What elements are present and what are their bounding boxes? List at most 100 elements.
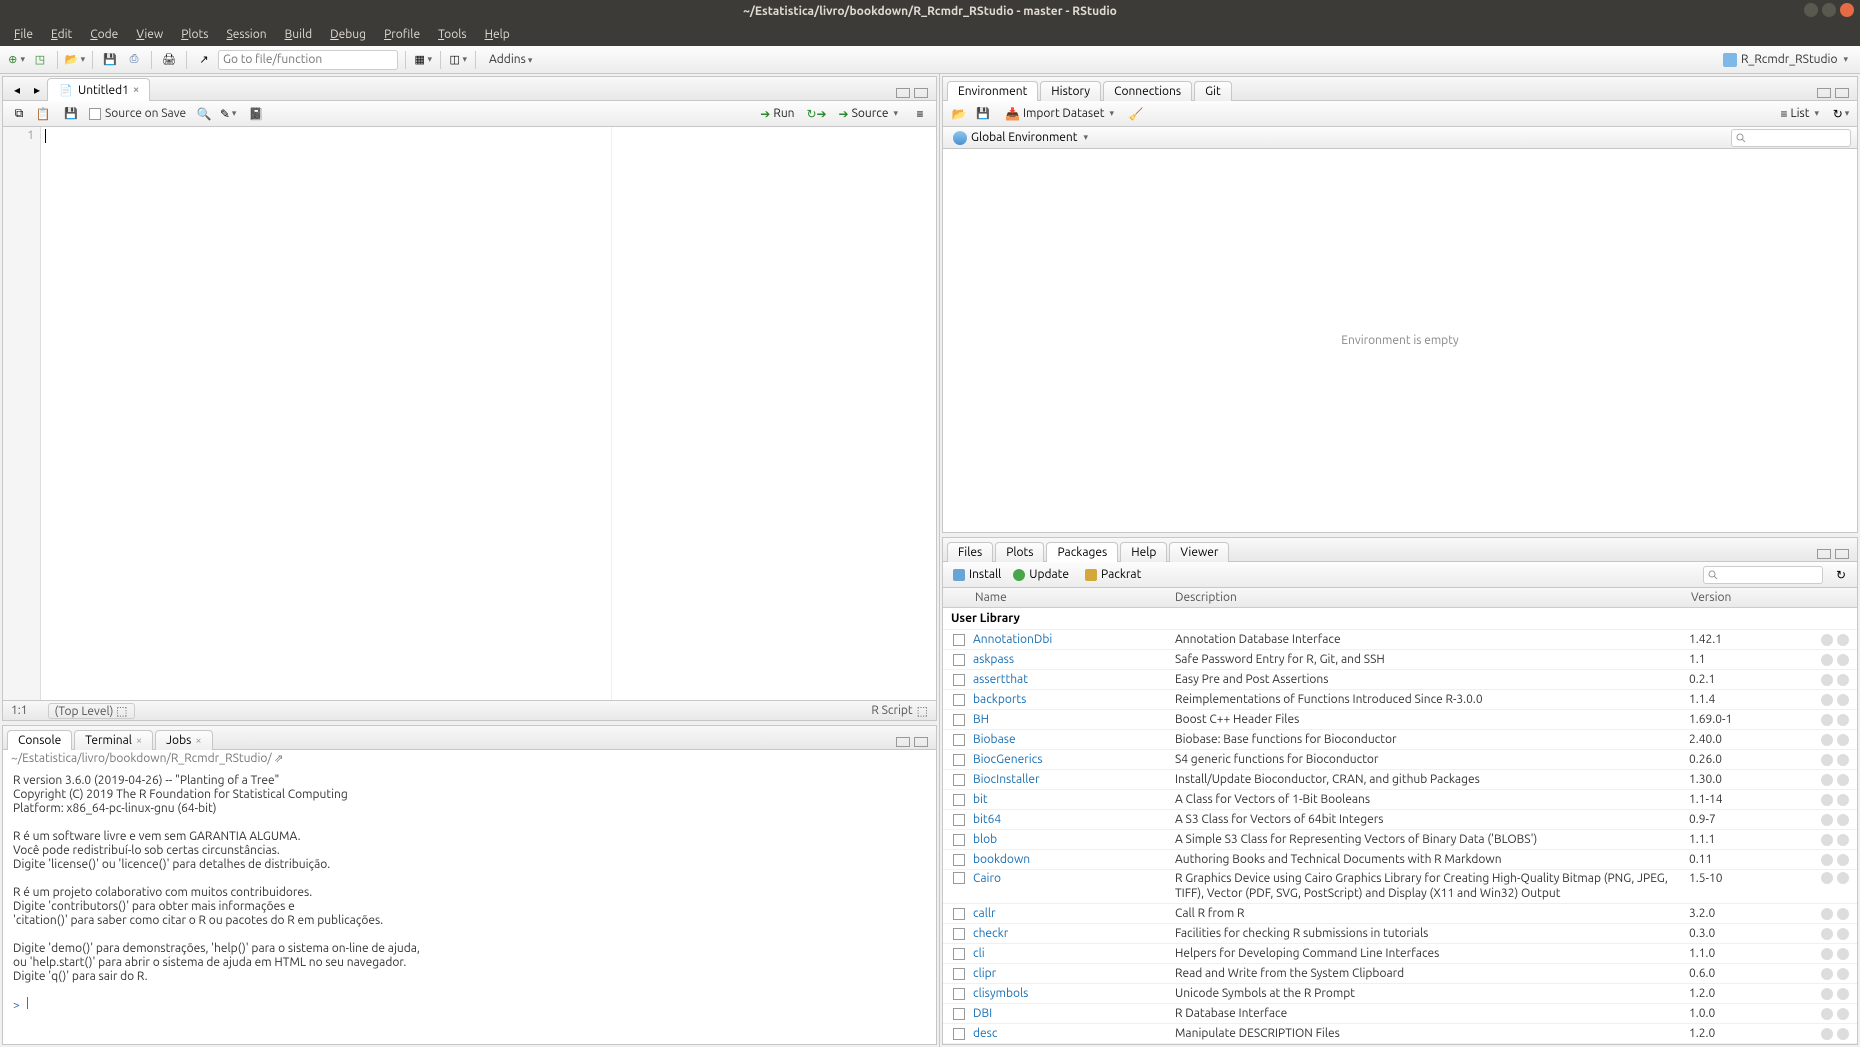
code-editor[interactable]: 1 <box>3 127 936 700</box>
tab-jobs[interactable]: Jobs × <box>155 730 212 750</box>
pane-layout-button[interactable]: ◫ <box>448 50 468 70</box>
menu-plots[interactable]: Plots <box>173 26 216 43</box>
package-name-link[interactable]: assertthat <box>971 673 1171 686</box>
print-button[interactable]: 🖨 <box>159 50 179 70</box>
new-project-button[interactable]: ◳ <box>30 50 50 70</box>
package-name-link[interactable]: DBI <box>971 1007 1171 1020</box>
tab-environment[interactable]: Environment <box>947 81 1038 101</box>
package-web-icon[interactable] <box>1821 654 1833 666</box>
package-remove-icon[interactable] <box>1837 674 1849 686</box>
package-checkbox[interactable] <box>953 834 965 846</box>
package-name-link[interactable]: checkr <box>971 927 1171 940</box>
package-remove-icon[interactable] <box>1837 872 1849 884</box>
package-web-icon[interactable] <box>1821 714 1833 726</box>
maximize-pane-icon[interactable] <box>1835 88 1849 98</box>
source-tab[interactable]: 📄 Untitled1 × <box>47 78 150 101</box>
forward-button[interactable]: ▸ <box>27 80 47 100</box>
menu-help[interactable]: Help <box>477 26 518 43</box>
package-checkbox[interactable] <box>953 634 965 646</box>
wand-button[interactable]: ✎ <box>218 104 238 124</box>
script-type[interactable]: R Script <box>871 704 912 717</box>
menu-tools[interactable]: Tools <box>430 26 475 43</box>
package-web-icon[interactable] <box>1821 968 1833 980</box>
source-on-save-checkbox[interactable] <box>89 108 101 120</box>
run-button[interactable]: ➔Run <box>756 107 798 121</box>
package-remove-icon[interactable] <box>1837 734 1849 746</box>
package-name-link[interactable]: BH <box>971 713 1171 726</box>
console-output[interactable]: R version 3.6.0 (2019-04-26) -- "Plantin… <box>3 767 936 1044</box>
minimize-pane-icon[interactable] <box>896 737 910 747</box>
package-name-link[interactable]: backports <box>971 693 1171 706</box>
package-name-link[interactable]: BiocInstaller <box>971 773 1171 786</box>
package-name-link[interactable]: AnnotationDbi <box>971 633 1171 646</box>
project-menu[interactable]: R_Rcmdr_RStudio <box>1717 53 1854 67</box>
package-checkbox[interactable] <box>953 814 965 826</box>
packrat-button[interactable]: Packrat <box>1081 568 1145 581</box>
package-web-icon[interactable] <box>1821 928 1833 940</box>
package-web-icon[interactable] <box>1821 674 1833 686</box>
package-remove-icon[interactable] <box>1837 948 1849 960</box>
package-name-link[interactable]: clipr <box>971 967 1171 980</box>
tab-console[interactable]: Console <box>7 730 72 750</box>
package-remove-icon[interactable] <box>1837 1008 1849 1020</box>
refresh-packages-button[interactable]: ↻ <box>1831 565 1851 585</box>
package-web-icon[interactable] <box>1821 872 1833 884</box>
package-web-icon[interactable] <box>1821 1008 1833 1020</box>
addins-menu[interactable]: Addins <box>483 53 538 66</box>
package-checkbox[interactable] <box>953 714 965 726</box>
package-web-icon[interactable] <box>1821 1028 1833 1040</box>
package-remove-icon[interactable] <box>1837 714 1849 726</box>
menu-session[interactable]: Session <box>218 26 274 43</box>
package-name-link[interactable]: bit <box>971 793 1171 806</box>
package-checkbox[interactable] <box>953 694 965 706</box>
find-button[interactable]: 🔍 <box>194 104 214 124</box>
package-name-link[interactable]: bit64 <box>971 813 1171 826</box>
package-web-icon[interactable] <box>1821 988 1833 1000</box>
new-file-button[interactable]: ⊕ <box>6 50 26 70</box>
save-button[interactable]: 💾 <box>100 50 120 70</box>
close-button[interactable] <box>1840 3 1854 17</box>
package-name-link[interactable]: BiocGenerics <box>971 753 1171 766</box>
goto-file-input[interactable] <box>218 50 398 70</box>
package-name-link[interactable]: blob <box>971 833 1171 846</box>
package-checkbox[interactable] <box>953 908 965 920</box>
install-button[interactable]: Install <box>949 568 1005 581</box>
menu-build[interactable]: Build <box>277 26 321 43</box>
package-remove-icon[interactable] <box>1837 794 1849 806</box>
minimize-pane-icon[interactable] <box>1817 88 1831 98</box>
package-checkbox[interactable] <box>953 988 965 1000</box>
tab-help[interactable]: Help <box>1120 542 1167 562</box>
back-button[interactable]: ◂ <box>7 80 27 100</box>
package-remove-icon[interactable] <box>1837 754 1849 766</box>
tab-plots[interactable]: Plots <box>995 542 1044 562</box>
maximize-pane-icon[interactable] <box>914 737 928 747</box>
tab-history[interactable]: History <box>1040 81 1101 101</box>
menu-file[interactable]: File <box>6 26 41 43</box>
minimize-pane-icon[interactable] <box>1817 549 1831 559</box>
tab-git[interactable]: Git <box>1194 81 1232 101</box>
package-name-link[interactable]: cli <box>971 947 1171 960</box>
packages-search-input[interactable] <box>1703 566 1823 584</box>
tab-files[interactable]: Files <box>947 542 993 562</box>
tab-packages[interactable]: Packages <box>1046 542 1118 562</box>
package-remove-icon[interactable] <box>1837 908 1849 920</box>
list-view-button[interactable]: ≡ List <box>1777 107 1824 121</box>
package-web-icon[interactable] <box>1821 834 1833 846</box>
package-checkbox[interactable] <box>953 794 965 806</box>
maximize-button[interactable] <box>1822 3 1836 17</box>
package-web-icon[interactable] <box>1821 634 1833 646</box>
close-tab-icon[interactable]: × <box>133 84 139 96</box>
source-button[interactable]: ➔Source <box>835 107 902 121</box>
popout-button[interactable]: ⧉ <box>9 104 29 124</box>
refresh-env-button[interactable]: ↻ <box>1831 104 1851 124</box>
package-remove-icon[interactable] <box>1837 988 1849 1000</box>
minimize-button[interactable] <box>1804 3 1818 17</box>
package-checkbox[interactable] <box>953 1028 965 1040</box>
package-remove-icon[interactable] <box>1837 968 1849 980</box>
package-remove-icon[interactable] <box>1837 928 1849 940</box>
package-name-link[interactable]: callr <box>971 907 1171 920</box>
package-checkbox[interactable] <box>953 754 965 766</box>
package-name-link[interactable]: Cairo <box>971 872 1171 885</box>
package-web-icon[interactable] <box>1821 814 1833 826</box>
open-file-button[interactable]: 📂 <box>65 50 85 70</box>
